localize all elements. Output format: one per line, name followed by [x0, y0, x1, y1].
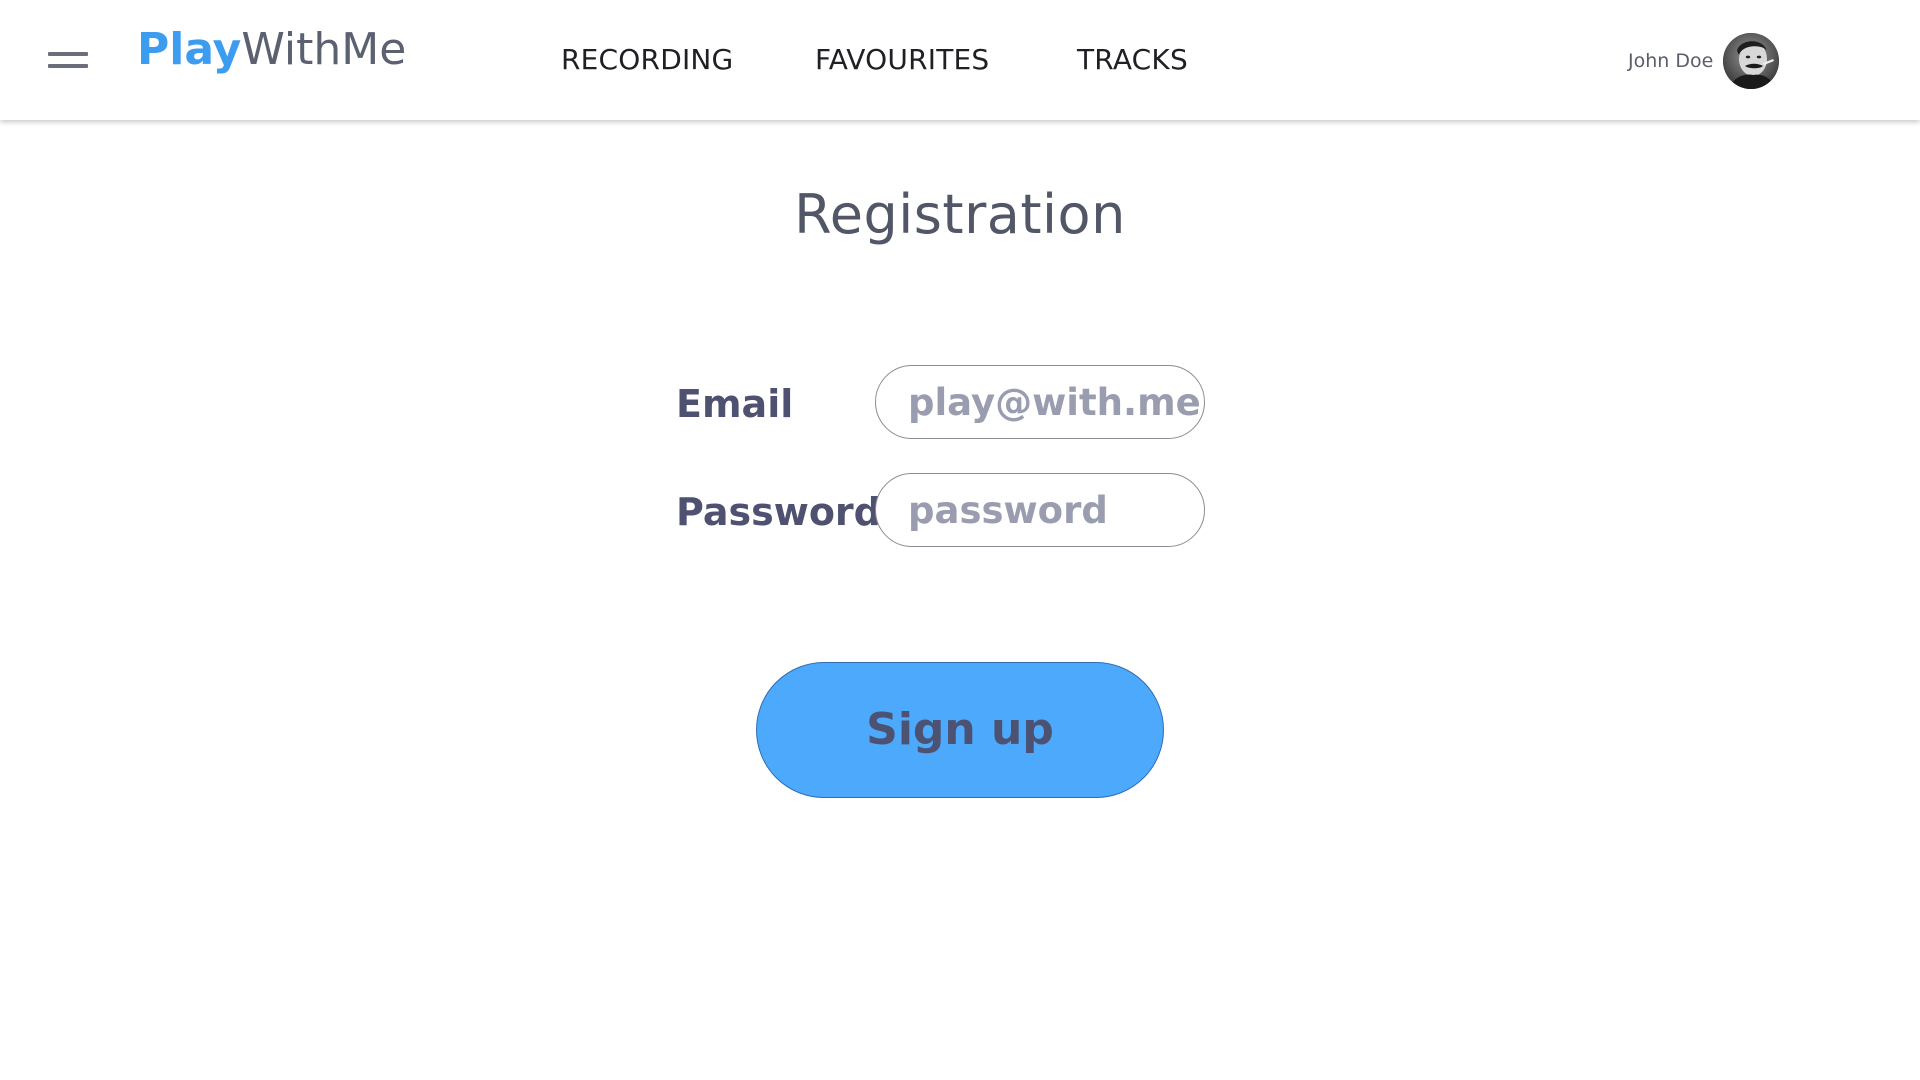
top-header: PlayWithMe RECORDING FAVOURITES TRACKS J… [0, 0, 1920, 120]
hamburger-menu-icon[interactable] [42, 44, 88, 74]
user-avatar-icon[interactable] [1723, 33, 1779, 89]
logo-withme-text: WithMe [241, 24, 407, 75]
password-input[interactable] [875, 473, 1205, 547]
app-logo[interactable]: PlayWithMe [137, 20, 406, 80]
page-title: Registration [794, 183, 1126, 246]
nav-tracks[interactable]: TRACKS [1077, 38, 1188, 82]
menu-bar-bottom [48, 64, 88, 68]
user-name[interactable]: John Doe [1628, 48, 1713, 74]
nav-favourites[interactable]: FAVOURITES [815, 38, 989, 82]
email-input[interactable] [875, 365, 1205, 439]
password-label: Password [676, 490, 881, 534]
signup-button[interactable]: Sign up [756, 662, 1164, 798]
avatar-portrait-icon [1723, 33, 1779, 89]
logo-play-text: Play [137, 24, 242, 75]
email-label: Email [676, 382, 794, 426]
menu-bar-top [48, 52, 88, 56]
nav-recording[interactable]: RECORDING [561, 38, 733, 82]
